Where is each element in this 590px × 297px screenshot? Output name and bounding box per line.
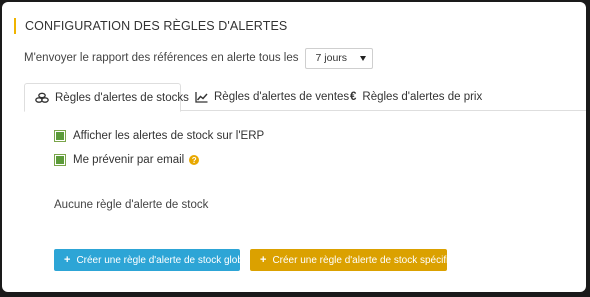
erp-alert-label: Afficher les alertes de stock sur l'ERP [73,130,265,142]
tab-sales-alerts[interactable]: Règles d'alertes de ventes [195,83,349,111]
report-frequency-value: 7 jours [315,52,348,64]
report-frequency-row: M'envoyer le rapport des références en a… [24,47,373,69]
empty-rules-message: Aucune règle d'alerte de stock [54,199,209,211]
create-specific-rule-button[interactable]: + Créer une règle d'alerte de stock spéc… [250,249,465,271]
email-alert-checkbox[interactable] [54,154,66,166]
erp-alert-checkbox[interactable] [54,130,66,142]
help-icon[interactable]: ? [189,155,200,165]
email-alert-label: Me prévenir par email [73,154,185,166]
report-frequency-select[interactable]: 7 jours [304,47,373,69]
tab-price-alerts[interactable]: € Règles d'alertes de prix [350,83,482,111]
checkbox-check-icon [56,156,64,164]
plus-icon: + [64,254,71,266]
create-specific-rule-label: Créer une règle d'alerte de stock spécif… [272,254,466,266]
caret-down-icon [359,55,366,61]
alert-config-panel: CONFIGURATION DES RÈGLES D'ALERTES M'env… [2,2,586,292]
tab-label: Règles d'alertes de ventes [214,91,350,103]
tab-stock-alerts[interactable]: Règles d'alertes de stocks [24,83,189,112]
create-global-rule-label: Créer une règle d'alerte de stock global… [76,254,257,266]
alert-tabs: Règles d'alertes de stocks Règles d'aler… [24,83,586,112]
euro-icon: € [350,91,357,103]
plus-icon: + [260,254,267,266]
erp-alert-option: Afficher les alertes de stock sur l'ERP [54,129,264,143]
stock-alerts-panel: Afficher les alertes de stock sur l'ERP … [24,111,586,287]
checkbox-check-icon [56,132,64,140]
line-chart-icon [195,91,208,103]
tab-label: Règles d'alertes de prix [362,91,483,103]
tab-label: Règles d'alertes de stocks [55,91,189,104]
email-alert-option: Me prévenir par email ? [54,153,200,167]
report-frequency-label: M'envoyer le rapport des références en a… [24,52,299,64]
coins-icon [35,92,49,103]
section-title: CONFIGURATION DES RÈGLES D'ALERTES [14,18,287,34]
create-global-rule-button[interactable]: + Créer une règle d'alerte de stock glob… [54,249,256,271]
